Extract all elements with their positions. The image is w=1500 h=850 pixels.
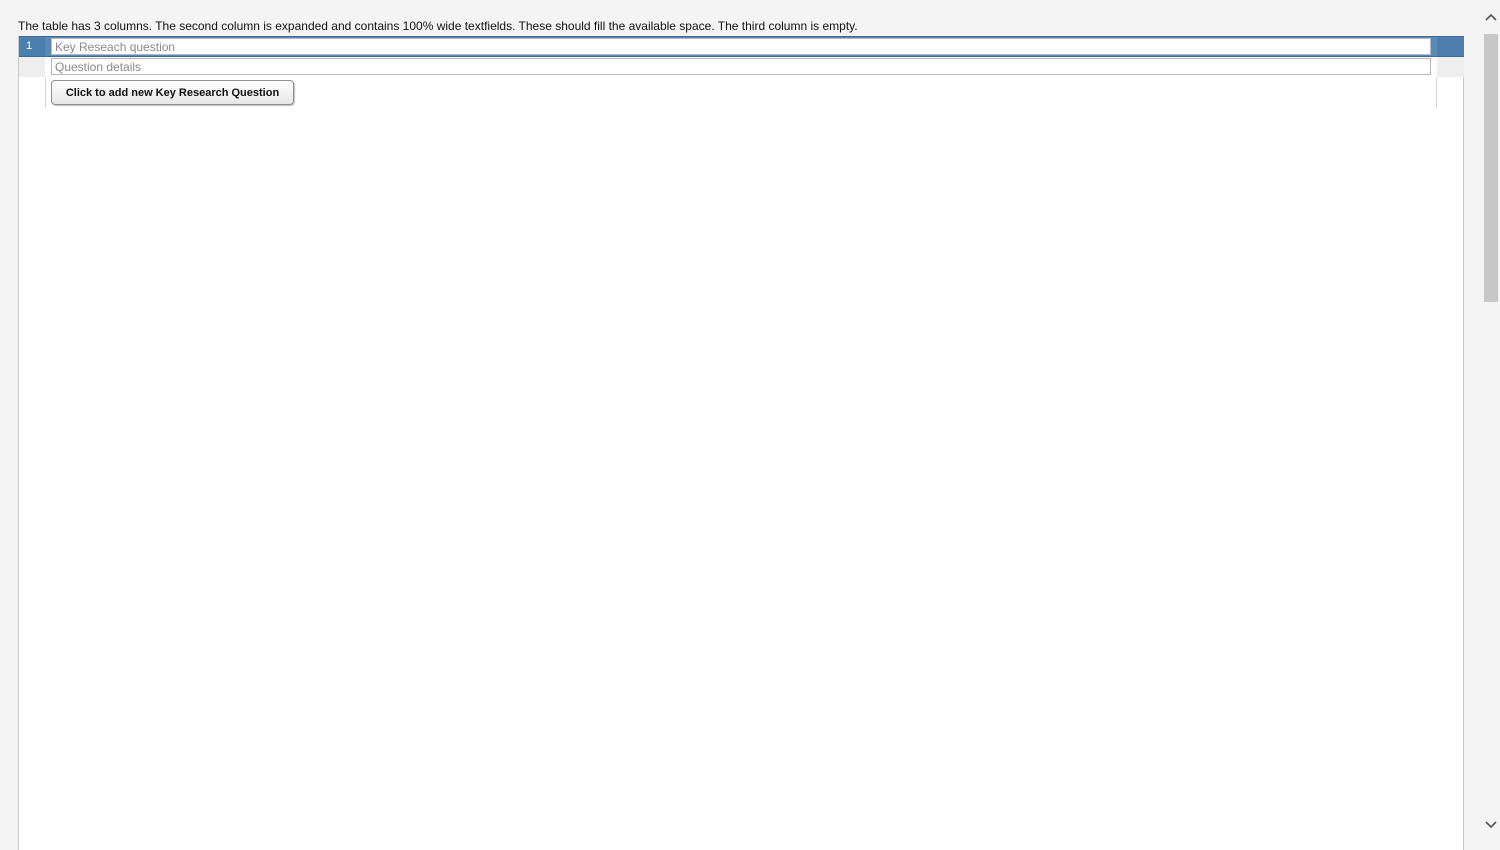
scrollbar-thumb[interactable] [1484,34,1498,302]
description-text: The table has 3 columns. The second colu… [18,19,858,33]
questions-grid: 1 Click to add new Key Research Question [18,36,1464,850]
vertical-scrollbar[interactable] [1482,10,1500,840]
row-number: 1 [26,40,33,52]
question-details-field[interactable] [51,58,1431,75]
chevron-down-icon[interactable] [1482,820,1500,836]
add-key-research-question-button[interactable]: Click to add new Key Research Question [51,80,294,105]
chevron-up-icon[interactable] [1482,12,1500,28]
key-research-question-field[interactable] [51,38,1431,55]
